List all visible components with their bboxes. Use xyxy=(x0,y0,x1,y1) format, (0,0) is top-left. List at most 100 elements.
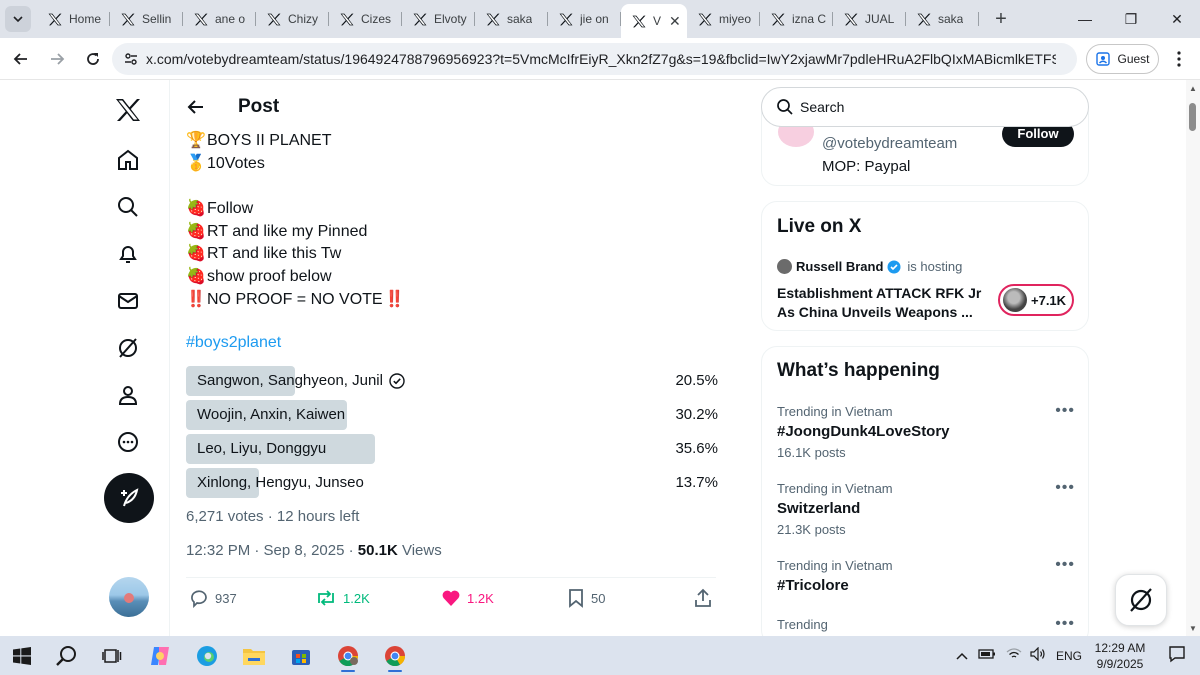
notification-center-button[interactable] xyxy=(1168,645,1186,666)
grok-floating-button[interactable] xyxy=(1115,574,1167,626)
poll-option[interactable]: Leo, Liyu, Donggyu 35.6% xyxy=(186,434,718,464)
account-handle[interactable]: @votebydreamteam xyxy=(822,135,957,152)
bookmark-button[interactable]: 50 xyxy=(567,588,605,608)
clock[interactable]: 12:29 AM 9/9/2025 xyxy=(1086,640,1154,672)
browser-tab[interactable]: miyeo xyxy=(687,4,760,34)
file-explorer-button[interactable] xyxy=(234,640,274,672)
minimize-button[interactable]: — xyxy=(1062,0,1108,38)
more-horizontal-icon[interactable]: ••• xyxy=(1055,479,1075,497)
post-time-link[interactable]: 12:32 PM · Sep 8, 2025 · xyxy=(186,542,358,559)
tab-search-button[interactable] xyxy=(5,6,31,32)
browser-tab[interactable]: jie on xyxy=(548,4,621,34)
profile-icon xyxy=(118,386,138,405)
browser-tab[interactable]: Cizes xyxy=(329,4,402,34)
show-hidden-icons-button[interactable] xyxy=(956,649,968,663)
restore-button[interactable]: ❐ xyxy=(1108,0,1154,38)
hashtag-link[interactable]: #boys2planet xyxy=(186,334,281,352)
browser-tab[interactable]: saka xyxy=(906,4,979,34)
trend-item[interactable]: Trending in Vietnam Switzerland 21.3K post… xyxy=(777,479,1075,537)
search-icon xyxy=(777,99,793,115)
nav-notifications[interactable] xyxy=(113,239,143,269)
post-back-button[interactable] xyxy=(179,90,213,124)
line-text: RT and like my Pinned xyxy=(207,222,368,240)
nav-more[interactable] xyxy=(113,427,143,457)
battery-icon[interactable] xyxy=(978,648,996,663)
x-logo-link[interactable] xyxy=(113,95,143,125)
browser-tab[interactable]: Home xyxy=(37,4,110,34)
task-view-button[interactable] xyxy=(92,640,132,672)
site-info-icon[interactable] xyxy=(116,51,146,67)
chat-bubble-icon xyxy=(1169,646,1185,663)
poll-option[interactable]: Woojin, Anxin, Kaiwen 30.2% xyxy=(186,400,718,430)
x-favicon-icon xyxy=(412,11,428,27)
browser-tab[interactable]: Sellin xyxy=(110,4,183,34)
account-avatar[interactable] xyxy=(109,577,149,617)
space-listeners-pill[interactable]: +7.1K xyxy=(998,284,1074,316)
chrome-button[interactable] xyxy=(375,640,415,672)
search-box[interactable]: Search xyxy=(761,87,1089,127)
trend-item[interactable]: Trending ••• xyxy=(777,615,1075,633)
compose-post-button[interactable] xyxy=(104,473,154,523)
wifi-icon[interactable] xyxy=(1006,648,1022,663)
edge-button[interactable] xyxy=(187,640,227,672)
space-title[interactable]: Establishment ATTACK RFK Jr As China Unv… xyxy=(777,284,992,322)
reply-button[interactable]: 937 xyxy=(189,588,237,608)
post-text-line: 🍓Follow xyxy=(186,198,406,221)
line-text: 10Votes xyxy=(207,154,265,172)
close-window-button[interactable]: ✕ xyxy=(1154,0,1200,38)
space-host[interactable]: Russell Brand is hosting xyxy=(777,259,962,274)
chrome-profile-button[interactable] xyxy=(328,640,368,672)
poll-option[interactable]: Sangwon, Sanghyeon, Junil 20.5% xyxy=(186,366,718,396)
back-button[interactable] xyxy=(4,42,38,76)
browser-tab[interactable]: JUAL xyxy=(833,4,906,34)
x-favicon-icon xyxy=(266,11,282,27)
browser-tab[interactable]: Chizy xyxy=(256,4,329,34)
volume-icon[interactable] xyxy=(1030,646,1046,664)
trend-item[interactable]: Trending in Vietnam #JoongDunk4LoveStory 1… xyxy=(777,402,1075,460)
poll-option[interactable]: Xinlong, Hengyu, Junseo 13.7% xyxy=(186,468,718,498)
more-horizontal-icon[interactable]: ••• xyxy=(1055,556,1075,574)
trend-context: Trending in Vietnam xyxy=(777,481,893,496)
check-circle-icon xyxy=(389,372,405,389)
new-tab-button[interactable]: + xyxy=(987,5,1015,33)
close-tab-icon[interactable]: ✕ xyxy=(669,13,681,30)
browser-tab[interactable]: izna C xyxy=(760,4,833,34)
like-button[interactable]: 1.2K xyxy=(441,588,494,608)
browser-tab[interactable]: Elvoty xyxy=(402,4,475,34)
bell-icon xyxy=(119,246,137,263)
scroll-down-arrow-icon[interactable]: ▼ xyxy=(1189,624,1197,633)
copilot-button[interactable] xyxy=(140,640,180,672)
browser-menu-button[interactable] xyxy=(1168,48,1190,70)
profile-button[interactable]: Guest xyxy=(1086,44,1159,74)
share-button[interactable] xyxy=(693,588,713,608)
start-button[interactable] xyxy=(2,640,42,672)
copilot-icon xyxy=(151,647,169,665)
page-scrollbar[interactable]: ▲ ▼ xyxy=(1186,80,1200,636)
store-button[interactable] xyxy=(281,640,321,672)
trend-item[interactable]: Trending in Vietnam #Tricolore ••• xyxy=(777,556,1075,594)
scrollbar-thumb[interactable] xyxy=(1189,103,1196,131)
taskbar-search-button[interactable] xyxy=(47,640,87,672)
browser-tab[interactable]: saka xyxy=(475,4,548,34)
nav-grok[interactable] xyxy=(113,333,143,363)
browser-tab[interactable]: ane o xyxy=(183,4,256,34)
browser-tab-active[interactable]: V ✕ xyxy=(621,4,687,38)
address-bar[interactable]: x.com/votebydreamteam/status/19649247887… xyxy=(112,43,1077,75)
nav-profile[interactable] xyxy=(113,380,143,410)
url-text[interactable]: x.com/votebydreamteam/status/19649247887… xyxy=(146,51,1056,67)
search-icon xyxy=(118,197,138,217)
input-language[interactable]: ENG xyxy=(1056,649,1082,663)
nav-explore[interactable] xyxy=(113,192,143,222)
like-count: 1.2K xyxy=(467,590,494,606)
nav-messages[interactable] xyxy=(113,286,143,316)
forward-button[interactable] xyxy=(40,42,74,76)
nav-home[interactable] xyxy=(113,145,143,175)
reload-button[interactable] xyxy=(76,42,110,76)
more-horizontal-icon[interactable]: ••• xyxy=(1055,615,1075,633)
live-on-x-card: Live on X Russell Brand is hosting Estab… xyxy=(761,201,1089,331)
scroll-up-arrow-icon[interactable]: ▲ xyxy=(1189,84,1197,93)
more-horizontal-icon[interactable]: ••• xyxy=(1055,402,1075,420)
post-timestamp: 12:32 PM · Sep 8, 2025 · 50.1K Views xyxy=(186,542,442,559)
repost-button[interactable]: 1.2K xyxy=(315,588,370,608)
search-input[interactable]: Search xyxy=(800,99,844,115)
